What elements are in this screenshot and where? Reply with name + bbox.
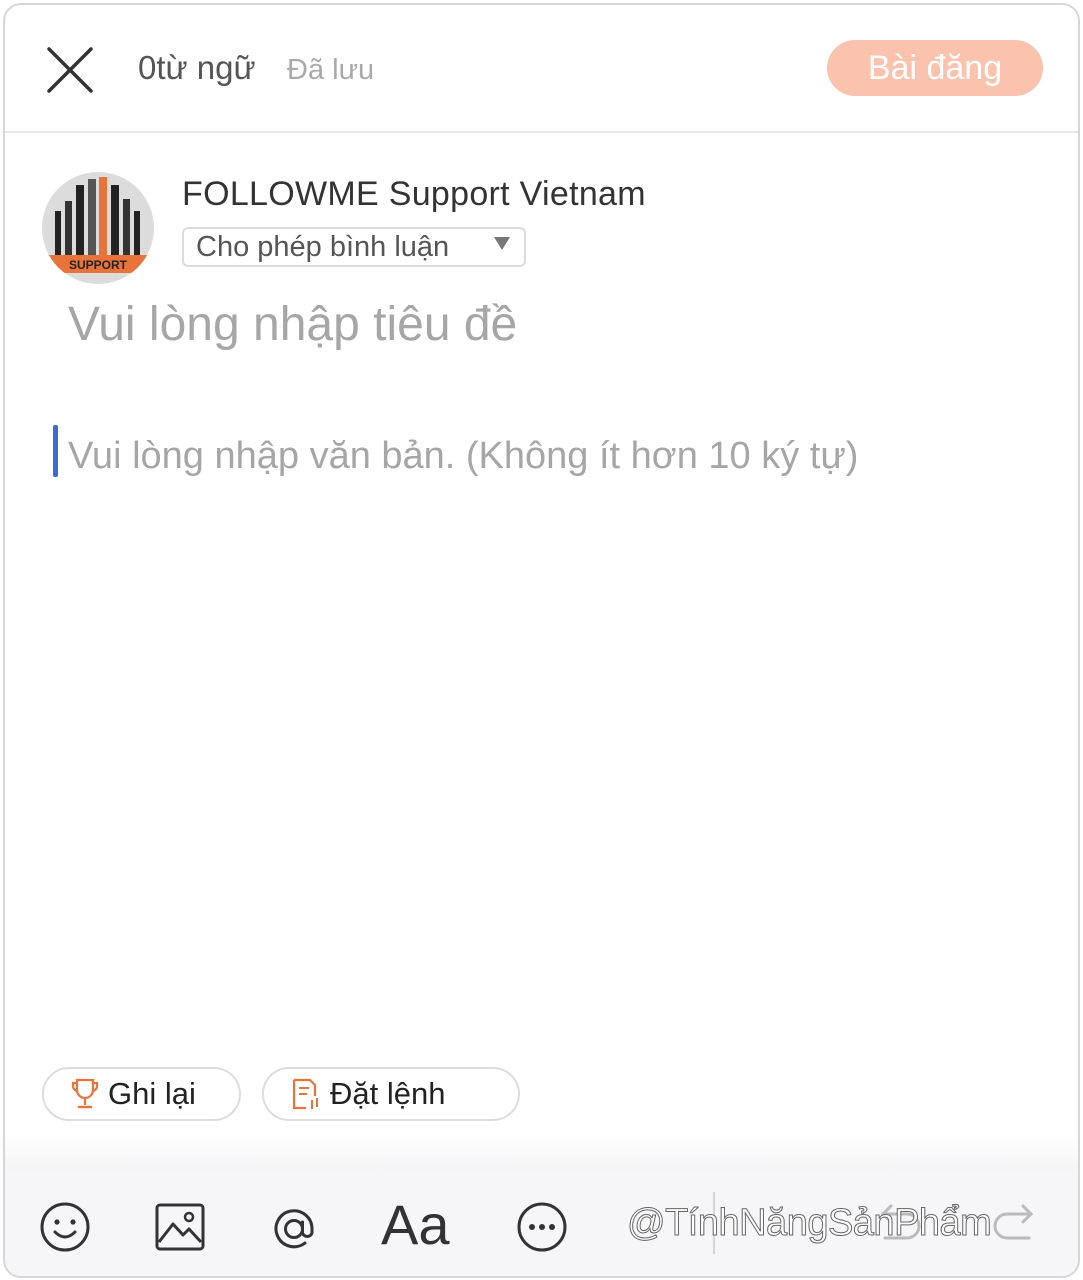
more-icon[interactable] — [515, 1200, 569, 1254]
post-button[interactable]: Bài đăng — [827, 40, 1043, 96]
toolbar-shadow — [5, 1135, 1078, 1170]
body-input[interactable]: Vui lòng nhập văn bản. (Không ít hơn 10 … — [68, 435, 858, 478]
emoji-icon[interactable] — [38, 1200, 92, 1254]
comment-permission-label: Cho phép bình luận — [196, 230, 450, 263]
redo-icon[interactable] — [987, 1200, 1041, 1254]
post-editor-window: 0từ ngữ Đã lưu Bài đăng SUPPORT FOLLOWME… — [3, 3, 1080, 1278]
title-input[interactable]: Vui lòng nhập tiêu đề — [68, 297, 517, 352]
avatar[interactable]: SUPPORT — [41, 171, 155, 285]
comment-permission-select[interactable]: Cho phép bình luận — [182, 227, 526, 267]
record-chip-label: Ghi lại — [108, 1076, 196, 1111]
formatting-toolbar: Aa @TínhNăngSảnPhẩm — [5, 1170, 1078, 1276]
chevron-down-icon — [494, 237, 510, 250]
mention-icon[interactable] — [265, 1200, 323, 1258]
order-document-icon — [292, 1078, 318, 1110]
close-icon[interactable] — [43, 43, 99, 99]
word-count: 0từ ngữ — [138, 49, 256, 86]
author-name: FOLLOWME Support Vietnam — [182, 175, 646, 213]
record-chip-button[interactable]: Ghi lại — [42, 1067, 241, 1121]
place-order-chip-button[interactable]: Đặt lệnh — [262, 1067, 520, 1121]
place-order-chip-label: Đặt lệnh — [330, 1076, 446, 1111]
image-icon[interactable] — [153, 1200, 207, 1254]
watermark-text: @TínhNăngSảnPhẩm — [626, 1202, 992, 1245]
text-format-icon[interactable]: Aa — [381, 1192, 450, 1257]
avatar-text: SUPPORT — [69, 258, 128, 272]
trophy-icon — [71, 1078, 99, 1109]
save-status: Đã lưu — [287, 54, 375, 86]
text-caret — [53, 425, 58, 477]
editor-header: 0từ ngữ Đã lưu Bài đăng — [5, 5, 1078, 133]
